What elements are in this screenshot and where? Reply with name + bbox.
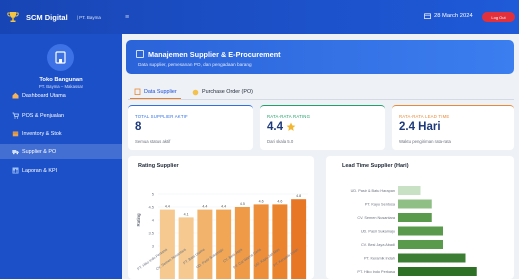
bar xyxy=(398,199,432,209)
bar xyxy=(234,207,250,279)
stat-card-lead-time: RATA-RATA LEAD TIME 2.4 Hari Waktu pengi… xyxy=(392,105,514,150)
y-tick-label: CV. Besi Jaya Abadi xyxy=(361,243,395,247)
logout-button[interactable]: Log Out xyxy=(482,12,515,22)
page-title: Manajemen Supplier & E-Procurement xyxy=(148,50,281,59)
lead-time-chart-panel: Lead Time Supplier (Hari) UD. Pasir & Ba… xyxy=(326,156,514,279)
data-label: 4.4 xyxy=(221,205,226,209)
data-label: 4.4 xyxy=(165,205,170,209)
sidebar-item-label: Dashboard Utama xyxy=(22,92,66,99)
sidebar-item-label: POS & Penjualan xyxy=(22,112,64,119)
cart-icon xyxy=(12,112,19,119)
y-tick-label: PT. Keramik Indah xyxy=(364,257,395,261)
y-tick-label: UD. Pasir & Batu Harapan xyxy=(351,189,395,193)
stat-label: TOTAL SUPPLIER AKTIF xyxy=(135,114,188,119)
data-label: 4.1 xyxy=(184,212,189,216)
chart-icon xyxy=(12,167,19,174)
stat-value-text: 2.4 Hari xyxy=(399,121,441,133)
sidebar-item-inventory[interactable]: Inventory & Stok xyxy=(0,126,122,141)
bar xyxy=(398,186,421,195)
y-tick-label: 3 xyxy=(152,244,155,249)
sidebar-item-laporan[interactable]: Laporan & KPI xyxy=(0,163,122,178)
clipboard-icon xyxy=(134,88,141,95)
menu-toggle-icon[interactable]: ≡ xyxy=(122,12,132,22)
stat-label: RATA-RATA LEAD TIME xyxy=(399,114,450,119)
bar xyxy=(159,209,175,279)
stat-note: Waktu pengiriman rata-rata xyxy=(399,139,451,144)
y-tick-label: CV. Semen Nusantara xyxy=(357,216,396,220)
y-tick-label: 4.5 xyxy=(148,205,154,210)
store-icon xyxy=(55,51,66,64)
truck-icon xyxy=(12,150,19,155)
brand[interactable]: SCM Digital | PT. Bayma xyxy=(6,0,116,34)
data-label: 4.6 xyxy=(277,199,282,203)
brand-subtitle: | PT. Bayma xyxy=(76,14,101,20)
cart-icon xyxy=(192,89,199,95)
bar xyxy=(178,217,194,279)
bar xyxy=(398,267,477,276)
sidebar-item-label: Supplier & PO xyxy=(22,148,57,155)
stat-note: Dari skala 5.0 xyxy=(267,139,294,144)
sidebar-item-label: Laporan & KPI xyxy=(22,167,58,174)
bar xyxy=(216,209,232,279)
y-tick-label: PT. Kayu Sentosa xyxy=(365,203,396,207)
page-subtitle: Data supplier, pemesanan PO, dan pengada… xyxy=(138,62,252,67)
store-name: Toko Bangunan xyxy=(39,77,83,83)
sidebar: Toko Bangunan PT. Bayma – Makassar Dashb… xyxy=(0,34,122,279)
bar xyxy=(398,226,443,236)
calendar-icon xyxy=(424,13,431,19)
tab-data-supplier[interactable]: Data Supplier xyxy=(130,85,181,99)
top-bar: SCM Digital | PT. Bayma ≡ 28 March 2024 … xyxy=(0,0,519,34)
y-tick-label: 3.5 xyxy=(148,231,154,236)
lead-time-chart: UD. Pasir & Batu Harapan PT. Kayu Sentosa… xyxy=(351,186,477,276)
bar xyxy=(398,253,466,263)
tab-bar: Data Supplier Purchase Order (PO) xyxy=(128,82,514,100)
home-icon xyxy=(12,92,19,99)
sidebar-item-pos[interactable]: POS & Penjualan xyxy=(0,108,122,123)
date-display: 28 March 2024 xyxy=(424,13,473,19)
data-label: 4.4 xyxy=(202,205,207,209)
star-icon xyxy=(286,122,296,131)
bar xyxy=(197,209,213,279)
stat-card-total-supplier: TOTAL SUPPLIER AKTIF 8 Semua status akti… xyxy=(128,105,253,150)
stat-note: Semua status aktif xyxy=(135,139,171,144)
app-window: SCM Digital | PT. Bayma ≡ 28 March 2024 … xyxy=(0,0,519,279)
page-header-banner: Manajemen Supplier & E-Procurement Data … xyxy=(126,40,514,74)
brand-name: SCM Digital xyxy=(26,12,68,22)
tab-purchase-order[interactable]: Purchase Order (PO) xyxy=(188,85,257,99)
rating-chart: 54.543.53Rating4.4PT. Hiko Indo Perkasa4… xyxy=(136,192,308,279)
stat-card-rating: RATA-RATA RATING 4.4 Dari skala 5.0 xyxy=(260,105,385,150)
sidebar-item-label: Inventory & Stok xyxy=(22,130,62,137)
tab-label: Purchase Order (PO) xyxy=(202,89,253,95)
sidebar-item-supplier[interactable]: Supplier & PO xyxy=(0,144,122,159)
bar xyxy=(291,199,307,279)
logout-label: Log Out xyxy=(491,14,506,20)
tab-label: Data Supplier xyxy=(144,88,177,95)
stat-value: 8 xyxy=(135,121,141,133)
stat-value: 2.4 Hari xyxy=(399,121,441,133)
stat-value-text: 8 xyxy=(135,121,142,133)
rating-chart-panel: Rating Supplier 5 4.5 4 3.5 3 Rating 4.4 PT. Hi… xyxy=(128,156,314,279)
package-icon xyxy=(136,50,144,58)
date-text: 28 March 2024 xyxy=(434,13,473,19)
trophy-icon xyxy=(7,12,19,22)
data-label: 4.8 xyxy=(296,194,301,198)
avatar xyxy=(47,44,74,71)
y-tick-label: 4 xyxy=(152,218,155,223)
sidebar-item-dashboard[interactable]: Dashboard Utama xyxy=(0,88,122,103)
stat-label: RATA-RATA RATING xyxy=(267,114,311,119)
data-label: 4.5 xyxy=(240,202,245,206)
y-tick-label: PT. Hiko Indo Perkasa xyxy=(357,270,395,274)
stat-value: 4.4 xyxy=(267,121,296,133)
stat-value-text: 4.4 xyxy=(267,121,283,133)
data-label: 4.6 xyxy=(259,199,264,203)
main-content: Manajemen Supplier & E-Procurement Data … xyxy=(122,34,519,279)
y-tick-label: UD. Pasir Sukamaju xyxy=(361,230,395,234)
bar xyxy=(398,240,443,249)
y-tick-label: 5 xyxy=(152,192,155,197)
box-icon xyxy=(12,131,19,137)
bar xyxy=(398,213,432,222)
y-axis-label: Rating xyxy=(136,213,141,227)
